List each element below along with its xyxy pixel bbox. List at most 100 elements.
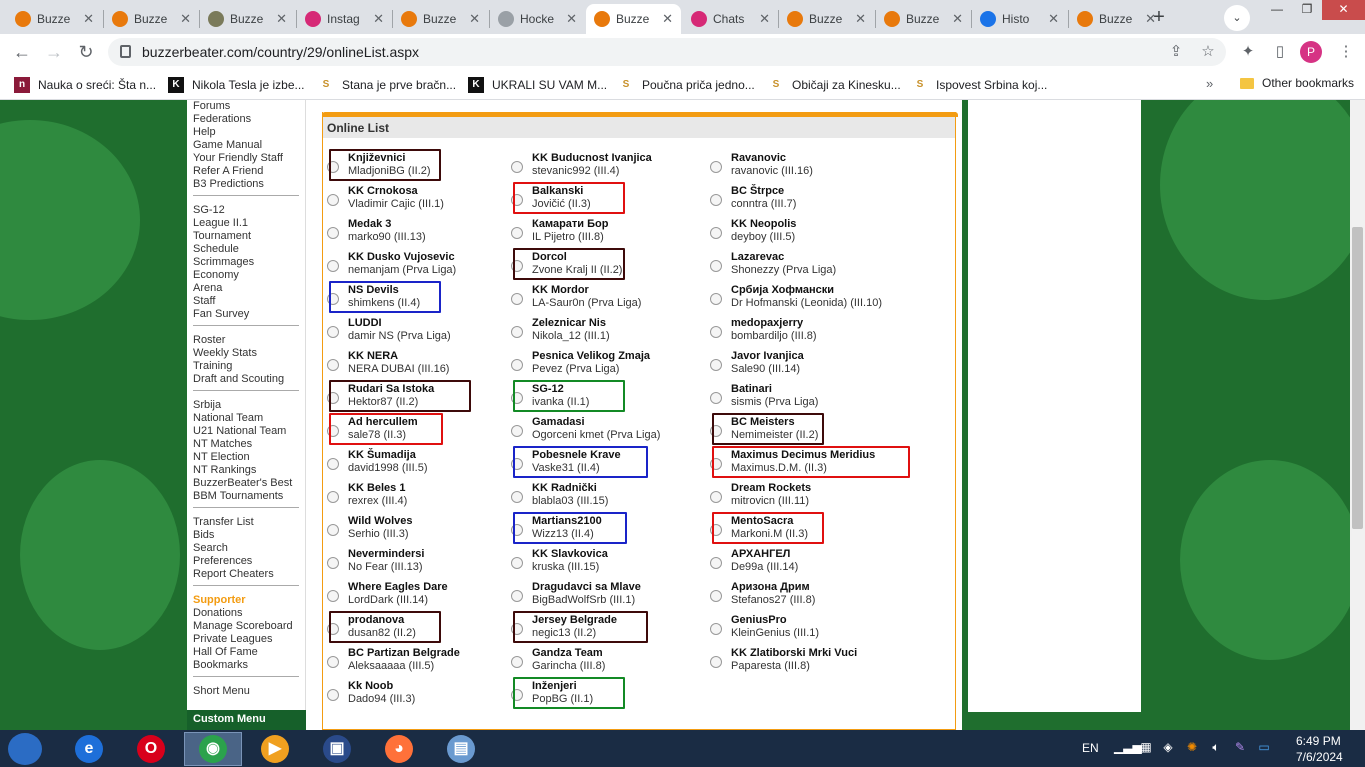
manager-name-link[interactable]: deyboy (III.5) (731, 231, 795, 243)
manager-name-link[interactable]: LordDark (III.14) (348, 594, 428, 606)
team-name-link[interactable]: Ravanovic (731, 152, 786, 164)
entry-radio-button[interactable] (327, 491, 339, 503)
sidebar-item[interactable]: Tournament (193, 230, 251, 242)
windows-grid-icon[interactable]: ▦ (1138, 740, 1154, 756)
team-name-link[interactable]: LUDDI (348, 317, 382, 329)
team-name-link[interactable]: Where Eagles Dare (348, 581, 448, 593)
team-name-link[interactable]: KK Crnokosa (348, 185, 418, 197)
sidebar-item[interactable]: Help (193, 126, 216, 138)
sidebar-item[interactable]: Scrimmages (193, 256, 254, 268)
manager-name-link[interactable]: sismis (Prva Liga) (731, 396, 818, 408)
entry-radio-button[interactable] (511, 161, 523, 173)
close-icon[interactable]: ✕ (759, 11, 770, 27)
entry-radio-button[interactable] (511, 293, 523, 305)
sidebar-item[interactable]: NT Election (193, 451, 250, 463)
entry-radio-button[interactable] (710, 491, 722, 503)
kebab-menu-icon[interactable]: ⋮ (1334, 40, 1358, 64)
entry-radio-button[interactable] (710, 656, 722, 668)
team-name-link[interactable]: GeniusPro (731, 614, 787, 626)
manager-name-link[interactable]: Sale90 (III.14) (731, 363, 800, 375)
manager-name-link[interactable]: Pevez (Prva Liga) (532, 363, 619, 375)
entry-radio-button[interactable] (710, 590, 722, 602)
taskbar-app[interactable]: ◕ (370, 732, 428, 766)
bookmark-item[interactable]: S Stana je prve bračn... (318, 76, 456, 94)
profile-avatar[interactable]: P (1300, 41, 1322, 63)
sidebar-item[interactable]: Search (193, 542, 228, 554)
browser-tab[interactable]: Buzze ✕ (779, 4, 874, 34)
team-name-link[interactable]: BC Štrpce (731, 185, 784, 197)
manager-name-link[interactable]: De99a (III.14) (731, 561, 798, 573)
entry-radio-button[interactable] (327, 326, 339, 338)
sidebar-item[interactable]: Donations (193, 607, 243, 619)
sidebar-item[interactable]: Forums (193, 100, 230, 112)
entry-radio-button[interactable] (710, 359, 722, 371)
entry-radio-button[interactable] (327, 227, 339, 239)
clock-time[interactable]: 6:49 PM (1296, 734, 1341, 748)
browser-tab[interactable]: Hocke ✕ (490, 4, 585, 34)
sidebar-item[interactable]: Fan Survey (193, 308, 249, 320)
bookmark-star-icon[interactable]: ☆ (1196, 40, 1220, 64)
close-icon[interactable]: ✕ (1048, 11, 1059, 27)
team-name-link[interactable]: Batinari (731, 383, 772, 395)
manager-name-link[interactable]: blabla03 (III.15) (532, 495, 608, 507)
url-text[interactable]: buzzerbeater.com/country/29/onlineList.a… (142, 44, 419, 60)
sidebar-item[interactable]: Game Manual (193, 139, 262, 151)
more-bookmarks-button[interactable]: » (1206, 76, 1213, 91)
back-button[interactable]: ← (10, 40, 34, 64)
manager-name-link[interactable]: Aleksaaaaa (III.5) (348, 660, 434, 672)
browser-tab[interactable]: Buzze ✕ (104, 4, 199, 34)
entry-radio-button[interactable] (710, 227, 722, 239)
team-name-link[interactable]: KK Šumadija (348, 449, 416, 461)
taskbar-app[interactable]: ▶ (246, 732, 304, 766)
sidebar-item[interactable]: Transfer List (193, 516, 254, 528)
browser-tab[interactable]: Buzze ✕ (393, 4, 488, 34)
sidebar-item[interactable]: Staff (193, 295, 215, 307)
team-name-link[interactable]: KK Slavkovica (532, 548, 608, 560)
manager-name-link[interactable]: IL Pijetro (III.8) (532, 231, 604, 243)
entry-radio-button[interactable] (327, 458, 339, 470)
sidebar-item[interactable]: NT Matches (193, 438, 252, 450)
manager-name-link[interactable]: Ogorceni kmet (Prva Liga) (532, 429, 660, 441)
team-name-link[interactable]: Аризона Дрим (731, 581, 810, 593)
team-name-link[interactable]: Dragudavci sa Mlave (532, 581, 641, 593)
team-name-link[interactable]: KK NERA (348, 350, 398, 362)
team-name-link[interactable]: АРХАНГЕЛ (731, 548, 790, 560)
manager-name-link[interactable]: Shonezzy (Prva Liga) (731, 264, 836, 276)
address-bar[interactable]: buzzerbeater.com/country/29/onlineList.a… (108, 38, 1226, 66)
manager-name-link[interactable]: NERA DUBAI (III.16) (348, 363, 449, 375)
manager-name-link[interactable]: No Fear (III.13) (348, 561, 423, 573)
sidebar-item[interactable]: Bookmarks (193, 659, 248, 671)
sidebar-item[interactable]: U21 National Team (193, 425, 286, 437)
team-name-link[interactable]: Nevermindersi (348, 548, 424, 560)
close-icon[interactable]: ✕ (855, 11, 866, 27)
signal-icon[interactable]: ▁▃▅ (1114, 740, 1142, 756)
manager-name-link[interactable]: Vladimir Cajic (III.1) (348, 198, 444, 210)
entry-radio-button[interactable] (710, 293, 722, 305)
display-icon[interactable]: ▭ (1256, 740, 1272, 756)
close-icon[interactable]: ✕ (276, 11, 287, 27)
entry-radio-button[interactable] (710, 326, 722, 338)
bookmark-item[interactable]: K UKRALI SU VAM M... (468, 76, 607, 94)
custom-menu-header[interactable]: Custom Menu (187, 710, 306, 730)
bookmark-item[interactable]: S Ispovest Srbina koj... (912, 76, 1048, 94)
app-tray-icon[interactable]: ◈ (1160, 740, 1176, 756)
entry-radio-button[interactable] (511, 326, 523, 338)
reload-button[interactable]: ↻ (74, 40, 98, 64)
bookmark-item[interactable]: S Poučna priča jedno... (618, 76, 755, 94)
other-bookmarks-folder[interactable]: Other bookmarks (1240, 76, 1354, 90)
sidebar-item[interactable]: Weekly Stats (193, 347, 257, 359)
entry-radio-button[interactable] (327, 524, 339, 536)
manager-name-link[interactable]: rexrex (III.4) (348, 495, 407, 507)
manager-name-link[interactable]: nemanjam (Prva Liga) (348, 264, 456, 276)
sidebar-item[interactable]: Preferences (193, 555, 252, 567)
side-panel-icon[interactable]: ▯ (1268, 40, 1292, 64)
page-scrollbar[interactable] (1350, 100, 1365, 730)
manager-name-link[interactable]: mitrovicn (III.11) (731, 495, 809, 507)
entry-radio-button[interactable] (327, 194, 339, 206)
sidebar-item[interactable]: Arena (193, 282, 222, 294)
scrollbar-thumb[interactable] (1352, 227, 1363, 529)
taskbar-app[interactable]: ▤ (432, 732, 490, 766)
sidebar-item[interactable]: Training (193, 360, 232, 372)
entry-radio-button[interactable] (511, 656, 523, 668)
sidebar-item[interactable]: Schedule (193, 243, 239, 255)
